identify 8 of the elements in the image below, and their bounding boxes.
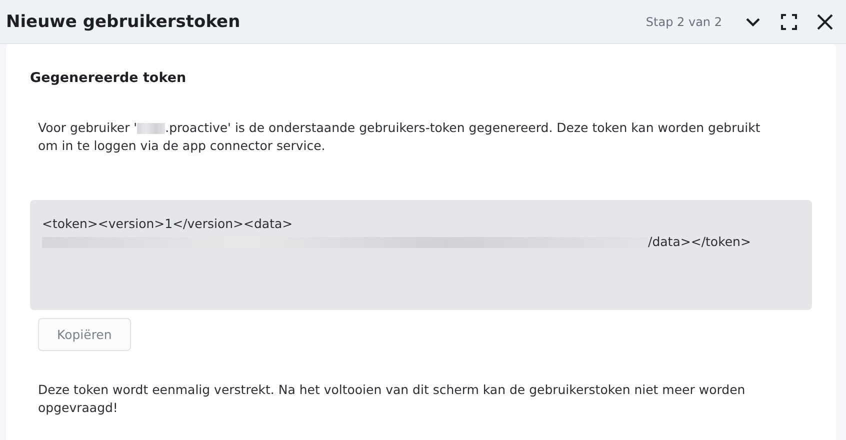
token-text: <token><version>1</version><data> /data></token> (42, 215, 752, 251)
copy-button[interactable]: Kopiëren (38, 318, 131, 351)
redacted-text (137, 123, 166, 134)
note-text: Deze token wordt eenmalig verstrekt. Na het voltooien van dit scherm kan de gebruikerstoken niet meer worden opgevraagd! (38, 381, 746, 417)
section-title: Gegenereerde token (30, 70, 188, 86)
dialog-title: Nieuwe gebruikerstoken (6, 12, 242, 32)
intro-text: Voor gebruiker ' .proactive' is de onderstaande gebruikers-token gegenereerd. Deze token kan worden gebruikt om in te loggen via de app connector service. (38, 119, 762, 155)
step-indicator: Stap 2 van 2 (646, 14, 722, 28)
